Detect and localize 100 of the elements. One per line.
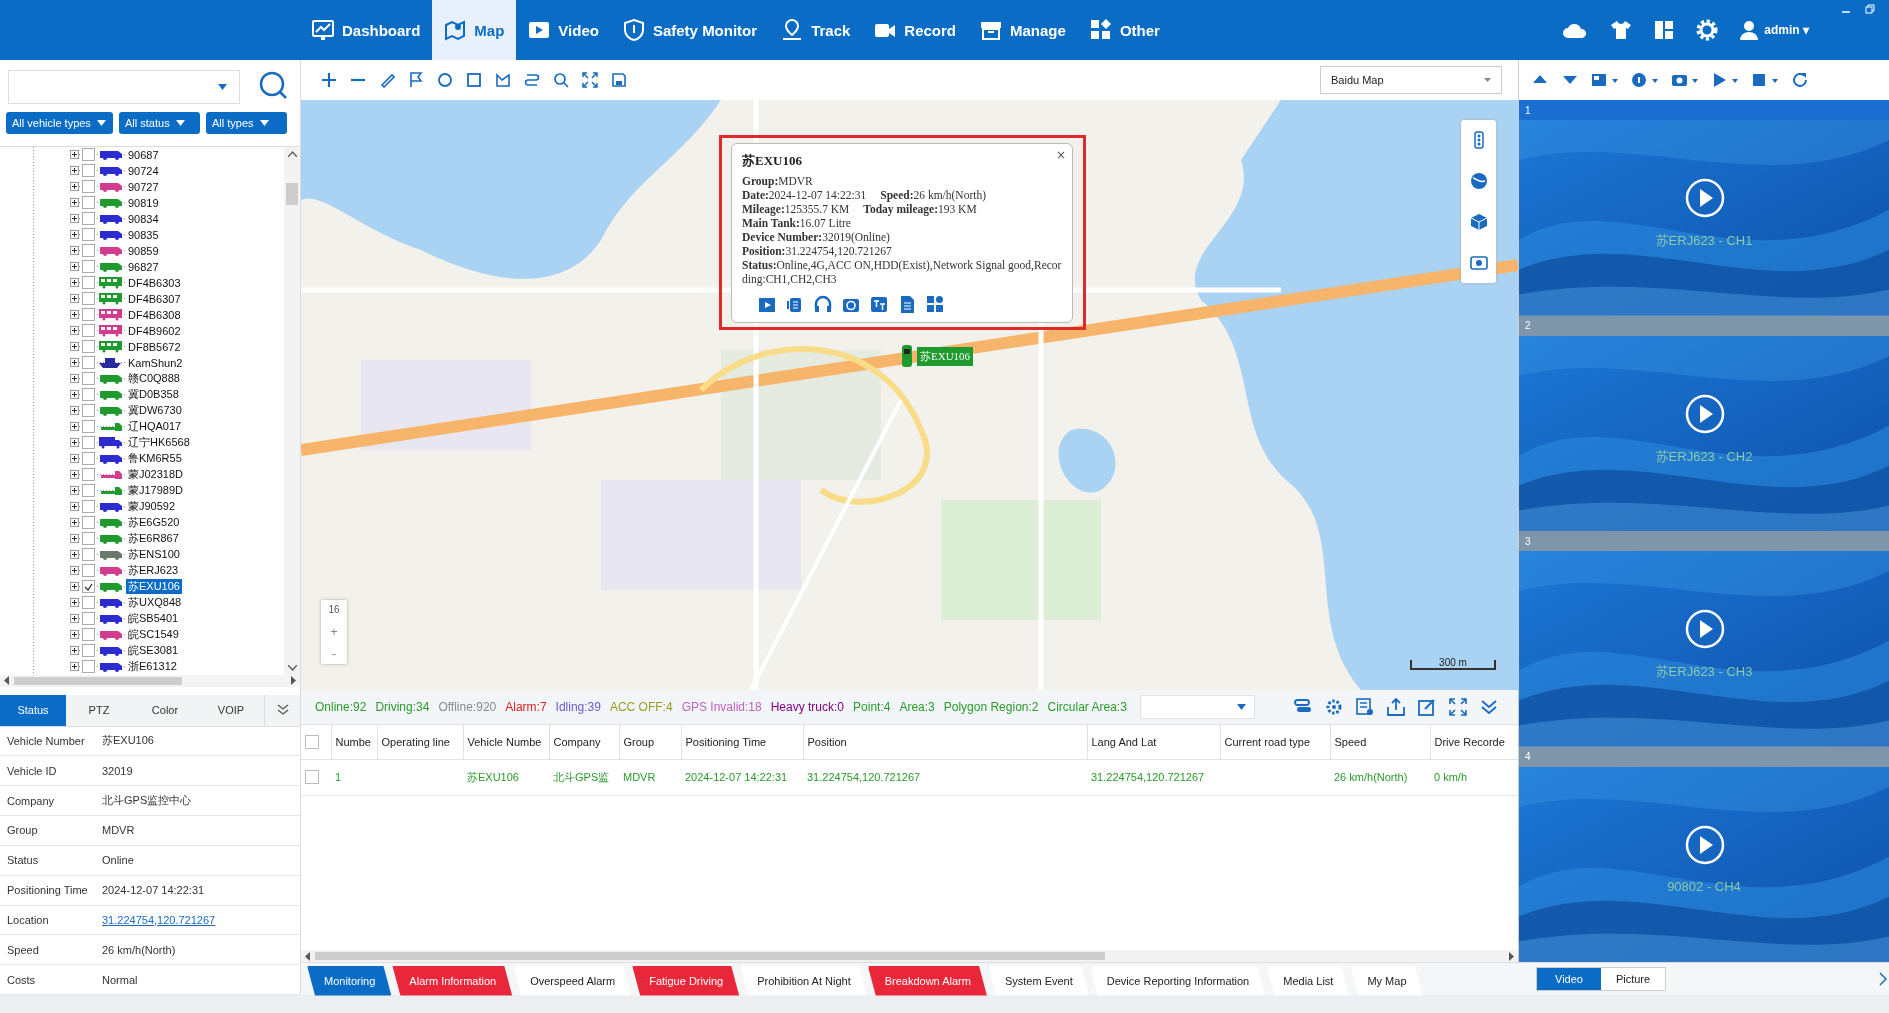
- double-chevron-icon[interactable]: [1480, 698, 1498, 716]
- nav-tab[interactable]: Dashboard: [300, 0, 433, 60]
- checkbox[interactable]: [82, 244, 95, 258]
- checkbox[interactable]: [82, 180, 95, 194]
- checkbox[interactable]: [82, 292, 95, 306]
- tab[interactable]: System Event: [987, 965, 1089, 996]
- fullscreen-icon[interactable]: [1449, 698, 1467, 716]
- tree-item[interactable]: 苏E6G520: [126, 515, 182, 531]
- tab[interactable]: Overspeed Alarm: [513, 965, 632, 996]
- checkbox[interactable]: [82, 452, 95, 466]
- info-icon[interactable]: [1631, 71, 1659, 89]
- checkbox[interactable]: [82, 308, 95, 322]
- layout-icon[interactable]: [1654, 20, 1675, 40]
- tree-item[interactable]: 90727: [126, 180, 161, 193]
- tab[interactable]: Fatigue Driving: [632, 965, 740, 996]
- tree-item[interactable]: 辽HQA017: [126, 419, 184, 435]
- tab[interactable]: Device Reporting Information: [1089, 965, 1266, 996]
- expand-icon[interactable]: [70, 566, 79, 576]
- tree-item[interactable]: 苏ERJ623: [126, 563, 181, 579]
- polygon-icon[interactable]: [495, 72, 511, 88]
- column-header[interactable]: Current road type: [1220, 725, 1330, 759]
- scroll-thumb[interactable]: [315, 952, 1105, 960]
- ruler-icon[interactable]: [379, 72, 395, 88]
- location-link[interactable]: 31.224754,120.721267: [102, 913, 216, 926]
- tree-item[interactable]: 96827: [126, 260, 161, 273]
- route-icon[interactable]: [524, 72, 540, 88]
- tree-item[interactable]: 苏E6R867: [126, 531, 181, 547]
- tree-item[interactable]: 90819: [126, 196, 161, 209]
- checkbox[interactable]: [82, 580, 95, 594]
- video-header[interactable]: 1: [1519, 100, 1889, 120]
- layout-icon[interactable]: [1591, 71, 1619, 89]
- map-type-dropdown[interactable]: Baidu Map: [1320, 66, 1502, 94]
- column-header[interactable]: Positioning Time: [681, 725, 803, 759]
- gear-icon[interactable]: [1325, 698, 1343, 716]
- expand-icon[interactable]: [70, 502, 79, 512]
- checkbox[interactable]: [82, 564, 95, 578]
- panel-tab[interactable]: PTZ: [66, 694, 132, 726]
- refresh-icon[interactable]: [1791, 71, 1809, 89]
- expand-icon[interactable]: [70, 166, 79, 176]
- double-chevron-icon[interactable]: [276, 704, 289, 717]
- play-button-icon[interactable]: [1685, 178, 1725, 218]
- checkbox[interactable]: [82, 484, 95, 498]
- checkbox[interactable]: [82, 196, 95, 210]
- status-count[interactable]: GPS Invalid:18: [681, 700, 762, 714]
- shirt-icon[interactable]: [1610, 20, 1633, 40]
- expand-icon[interactable]: [70, 486, 79, 496]
- checkbox[interactable]: [82, 436, 95, 450]
- scroll-thumb[interactable]: [14, 676, 182, 685]
- tree-item[interactable]: 蒙J17989D: [126, 483, 186, 499]
- column-header[interactable]: Lang And Lat: [1087, 725, 1220, 759]
- checkbox[interactable]: [82, 660, 95, 674]
- expand-icon[interactable]: [70, 646, 79, 656]
- stop-icon[interactable]: [1751, 71, 1779, 89]
- checkbox[interactable]: [82, 164, 95, 178]
- tab[interactable]: Media List: [1266, 965, 1350, 996]
- expand-icon[interactable]: [70, 598, 79, 608]
- checkbox[interactable]: [82, 388, 95, 402]
- settings-icon[interactable]: [1696, 19, 1719, 41]
- tab[interactable]: Alarm Information: [392, 965, 513, 996]
- tab[interactable]: My Map: [1350, 965, 1423, 996]
- tree-item[interactable]: 蒙J90592: [126, 499, 178, 515]
- checkbox[interactable]: [82, 532, 95, 546]
- tab[interactable]: Breakdown Alarm: [867, 965, 987, 996]
- expand-icon[interactable]: [70, 662, 79, 672]
- user-menu[interactable]: admin ▾: [1764, 23, 1809, 37]
- checkbox[interactable]: [82, 404, 95, 418]
- status-count[interactable]: Polygon Region:2: [943, 700, 1039, 714]
- nav-tab[interactable]: Manage: [968, 0, 1078, 60]
- status-count[interactable]: Idling:39: [555, 700, 601, 714]
- checkbox[interactable]: [82, 340, 95, 354]
- checkbox[interactable]: [82, 468, 95, 482]
- column-header[interactable]: Group: [619, 725, 681, 759]
- chevron-right-icon[interactable]: [1879, 972, 1887, 986]
- search-icon[interactable]: [553, 72, 569, 88]
- tree-item[interactable]: KamShun2: [126, 356, 185, 369]
- tree-item[interactable]: 冀D0B358: [126, 387, 181, 403]
- play-icon[interactable]: [1711, 71, 1739, 89]
- expand-icon[interactable]: [70, 438, 79, 448]
- tree-item[interactable]: 90687: [126, 148, 161, 161]
- checkbox[interactable]: [82, 596, 95, 610]
- fullscreen-icon[interactable]: [582, 72, 598, 88]
- nav-tab[interactable]: Video: [516, 0, 611, 60]
- checkbox[interactable]: [82, 372, 95, 386]
- checkbox[interactable]: [82, 516, 95, 530]
- save-icon[interactable]: [611, 72, 627, 88]
- expand-icon[interactable]: [70, 390, 79, 400]
- edit-icon[interactable]: [1418, 698, 1436, 716]
- tree-item[interactable]: 90724: [126, 164, 161, 177]
- tree-item[interactable]: DF4B6303: [126, 276, 183, 289]
- expand-icon[interactable]: [70, 406, 79, 416]
- circle-icon[interactable]: [437, 72, 453, 88]
- checkbox[interactable]: [82, 628, 95, 642]
- tree-item[interactable]: 90859: [126, 244, 161, 257]
- list-icon[interactable]: [1356, 698, 1374, 716]
- expand-icon[interactable]: [70, 294, 79, 304]
- square-icon[interactable]: [466, 72, 482, 88]
- tab[interactable]: Prohibition At Night: [740, 965, 867, 996]
- tree-item[interactable]: 鲁KM6R55: [126, 451, 184, 467]
- tree-item[interactable]: 90835: [126, 228, 161, 241]
- expand-icon[interactable]: [70, 614, 79, 624]
